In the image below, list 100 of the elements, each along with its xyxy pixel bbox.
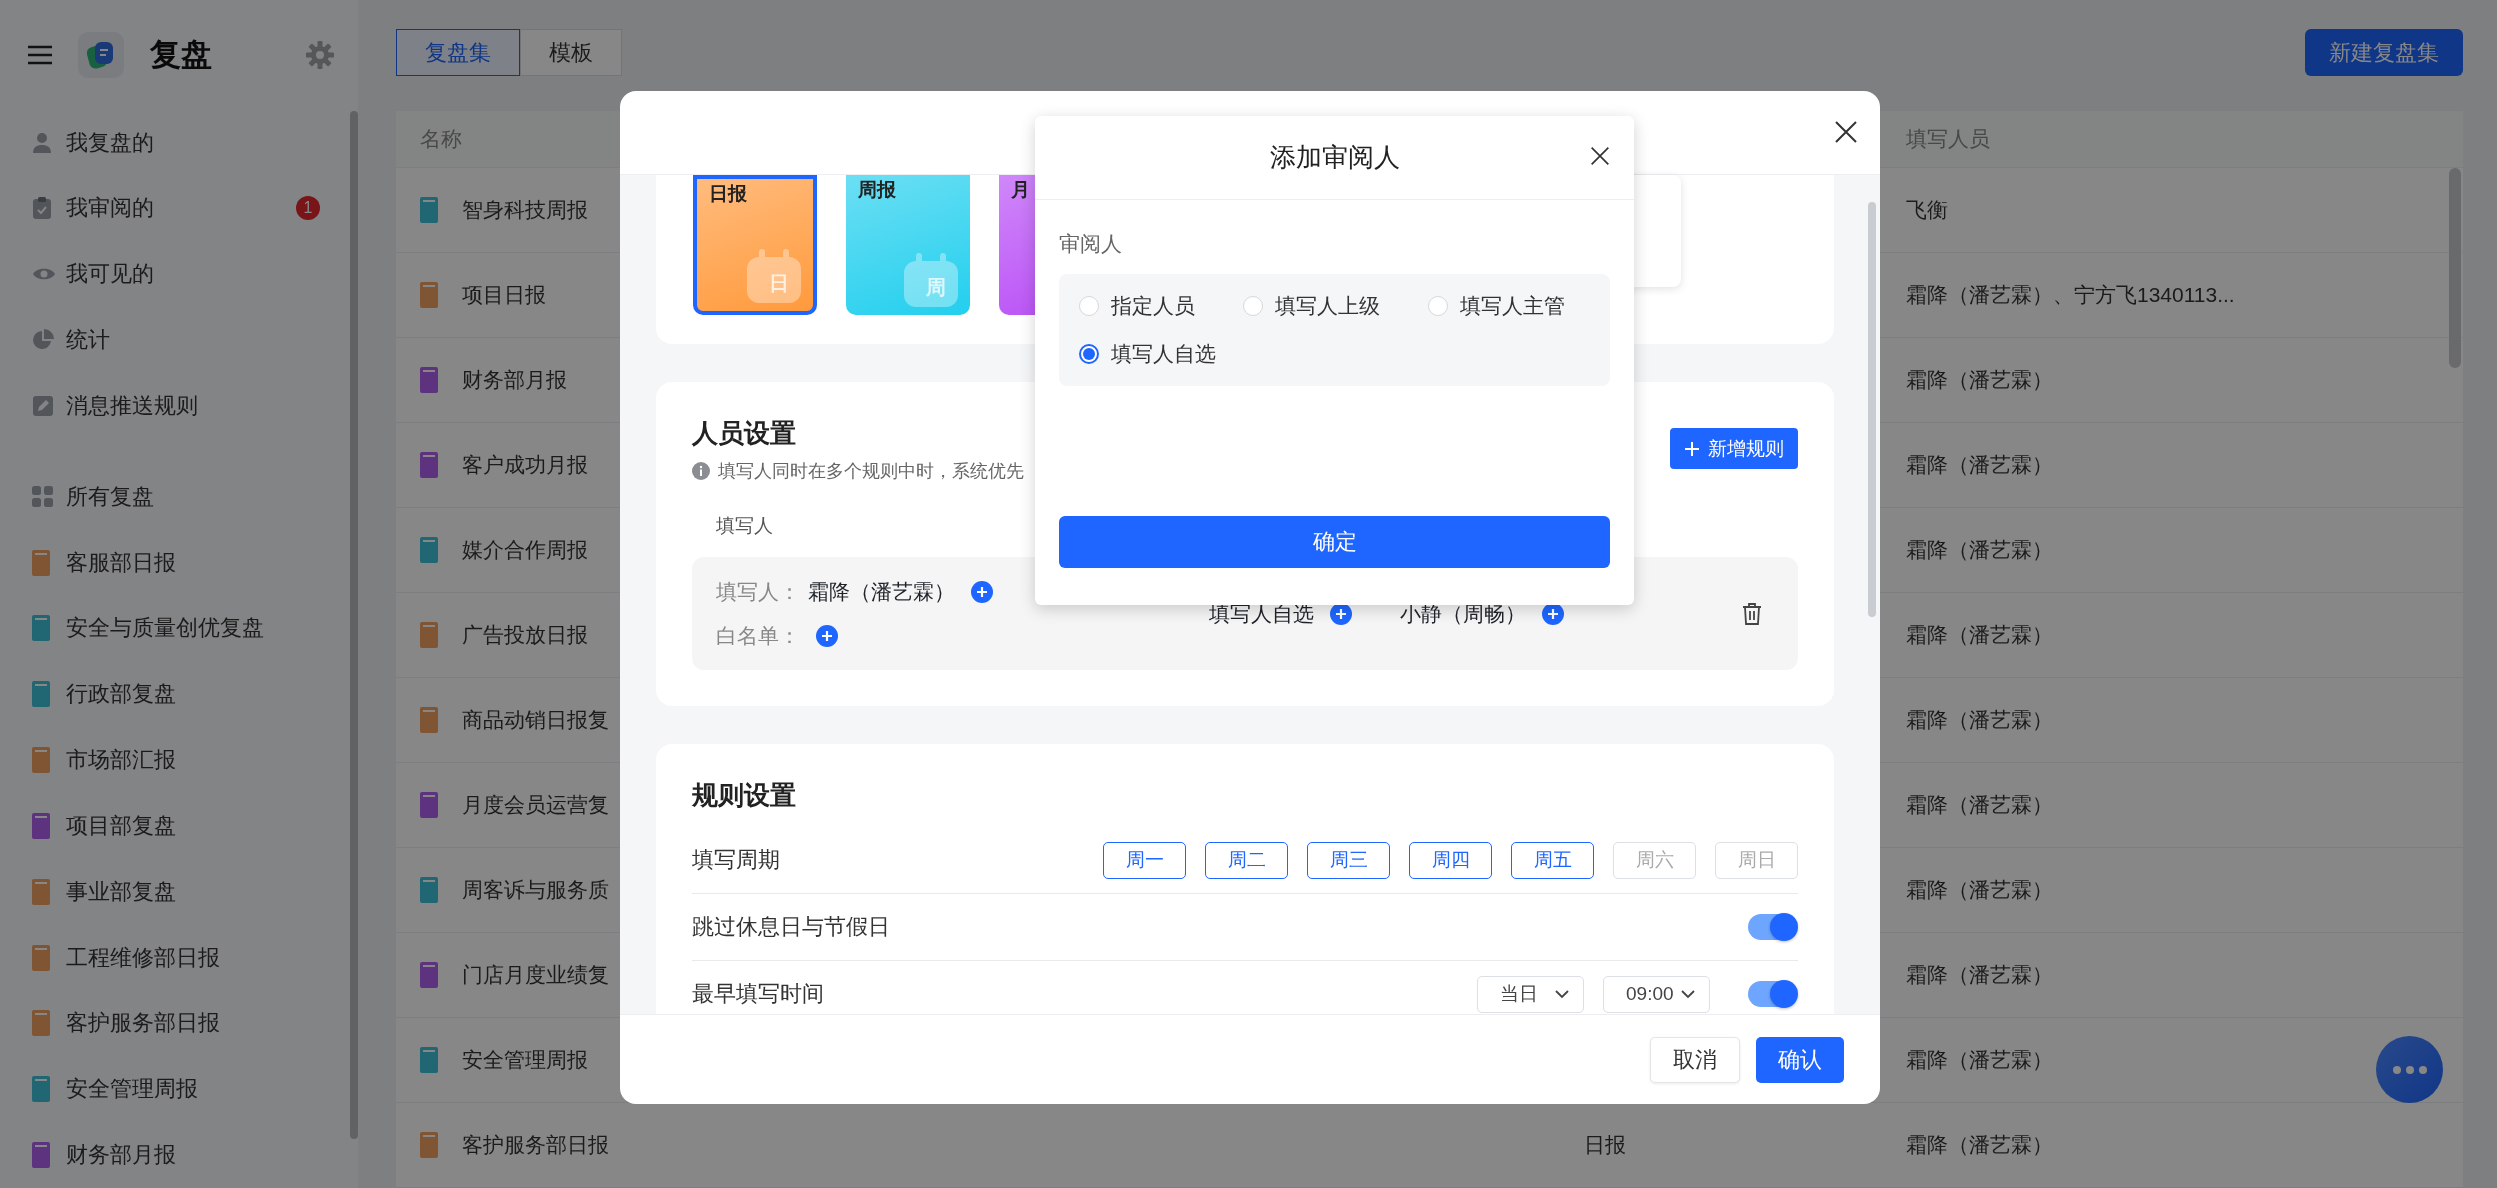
table-cell-text: 霜降（潘艺霖）	[1906, 1047, 2053, 1073]
nav-item[interactable]: 客护服务部日报	[0, 990, 346, 1057]
table-cell-text: 客护服务部日报	[462, 1132, 609, 1158]
table-cell-text: 霜降（潘艺霖）	[1906, 707, 2053, 733]
radio-option[interactable]: 填写人主管	[1428, 292, 1565, 320]
setting-label: 跳过休息日与节假日	[692, 913, 891, 941]
table-cell-text: 周客诉与服务质	[462, 877, 609, 903]
select-dropdown[interactable]: 当日	[1477, 975, 1584, 1013]
template-label: 周报	[858, 178, 896, 202]
radio-option[interactable]: 指定人员	[1079, 292, 1195, 320]
weekday-button[interactable]: 周一	[1103, 841, 1186, 879]
weekday-button[interactable]: 周六	[1613, 841, 1696, 879]
calendar-glyph: 日	[769, 271, 789, 296]
weekday-button[interactable]: 周三	[1307, 841, 1390, 879]
caret-icon	[1555, 989, 1569, 999]
radio-option[interactable]: 填写人上级	[1243, 292, 1380, 320]
table-cell-text: 门店月度业绩复	[462, 962, 609, 988]
confirm-button[interactable]: 确认	[1756, 1036, 1844, 1083]
template-label: 月	[1011, 178, 1030, 202]
radio-button[interactable]	[1079, 344, 1099, 364]
template-card[interactable]: 日报 日	[693, 175, 817, 315]
add-rule-button[interactable]: 新增规则	[1670, 428, 1798, 469]
toggle-switch[interactable]	[1748, 914, 1796, 940]
info-icon	[692, 462, 710, 480]
nav-item[interactable]: 财务部月报	[0, 1122, 346, 1188]
table-cell-text: 商品动销日报复	[462, 707, 609, 733]
close-icon[interactable]	[1590, 146, 1610, 166]
table-cell-text: 霜降（潘艺霖）	[1906, 877, 2053, 903]
trash-icon[interactable]	[1742, 602, 1762, 625]
calendar-icon	[902, 251, 960, 309]
section-title: 规则设置	[692, 779, 797, 812]
reviewer-mode: 填写人自选	[1209, 600, 1314, 627]
nav-item[interactable]: 我可见的	[0, 241, 346, 308]
hint-text: 填写人同时在多个规则中时，系统优先	[718, 460, 1024, 483]
close-icon[interactable]	[1834, 120, 1858, 144]
nav-item[interactable]: 行政部复盘	[0, 661, 346, 728]
table-cell-text: 霜降（潘艺霖）	[1906, 962, 2053, 988]
table-cell-text: 财务部月报	[462, 367, 567, 393]
column-header: 填写人员	[1906, 126, 1990, 152]
edit-icon	[32, 394, 54, 417]
grid-icon	[32, 485, 54, 508]
table-cell-text: 广告投放日报	[462, 622, 588, 648]
table-cell-text: 媒介合作周报	[462, 537, 588, 563]
dialog-title: 添加审阅人	[1269, 141, 1400, 174]
nav-item[interactable]: 工程维修部日报	[0, 924, 346, 991]
add-icon[interactable]	[816, 624, 838, 647]
table-cell-text: 客户成功月报	[462, 452, 588, 478]
field-label: 审阅人	[1059, 231, 1123, 257]
ok-button[interactable]: 确定	[1059, 516, 1610, 568]
radio-option[interactable]: 填写人自选	[1079, 340, 1216, 368]
app-logo	[78, 31, 124, 78]
menu-icon[interactable]	[28, 44, 52, 65]
nav-item[interactable]: 客服部日报	[0, 529, 346, 596]
section-title: 人员设置	[692, 417, 797, 450]
nav-item[interactable]: 我审阅的 1	[0, 175, 346, 242]
table-cell-text: 智身科技周报	[462, 197, 588, 223]
field-label: 白名单：	[716, 622, 800, 649]
weekday-button[interactable]: 周五	[1511, 841, 1594, 879]
calendar-icon	[745, 247, 803, 305]
nav-item[interactable]: 市场部汇报	[0, 727, 346, 793]
column-header: 名称	[419, 126, 462, 152]
table-cell-text: 霜降（潘艺霖）、宁方飞1340113...	[1906, 282, 2235, 308]
clipboard-icon	[32, 196, 52, 221]
scrollbar[interactable]	[350, 111, 358, 1139]
tab[interactable]: 模板	[520, 29, 622, 76]
column-header: 填写人	[716, 515, 773, 536]
table-cell-text: 安全管理周报	[462, 1047, 588, 1073]
calendar-glyph: 周	[926, 275, 946, 300]
nav-item[interactable]: 消息推送规则	[0, 373, 346, 439]
scrollbar[interactable]	[2449, 168, 2461, 368]
cancel-button[interactable]: 取消	[1650, 1036, 1740, 1083]
table-cell-text: 月度会员运营复	[462, 792, 609, 818]
table-cell-text: 霜降（潘艺霖）	[1906, 622, 2053, 648]
table-cell-text: 霜降（潘艺霖）	[1906, 452, 2053, 478]
weekday-button[interactable]: 周日	[1715, 841, 1798, 879]
setting-label: 最早填写时间	[692, 980, 825, 1008]
toggle-switch[interactable]	[1748, 981, 1796, 1007]
new-collection-button[interactable]: 新建复盘集	[2305, 29, 2463, 76]
setting-label: 填写周期	[692, 846, 781, 874]
nav-item[interactable]: 统计	[0, 307, 346, 374]
app-title: 复盘	[150, 35, 213, 74]
tab[interactable]: 复盘集	[396, 29, 520, 76]
table-cell-text: 飞衡	[1906, 197, 1948, 223]
person-name: 小静（周畅）	[1400, 600, 1526, 627]
nav-item[interactable]: 项目部复盘	[0, 792, 346, 859]
more-icon	[2392, 1065, 2427, 1074]
select-dropdown[interactable]: 09:00	[1603, 975, 1710, 1013]
add-icon[interactable]	[971, 580, 993, 603]
nav-item[interactable]: 安全管理周报	[0, 1056, 346, 1123]
nav-item[interactable]: 安全与质量创优复盘	[0, 595, 346, 662]
nav-item[interactable]: 我复盘的	[0, 109, 346, 176]
nav-item[interactable]: 所有复盘	[0, 463, 346, 530]
table-cell-text: 霜降（潘艺霖）	[1906, 792, 2053, 818]
field-label: 填写人：	[716, 578, 800, 605]
weekday-button[interactable]: 周二	[1205, 841, 1288, 879]
weekday-button[interactable]: 周四	[1409, 841, 1492, 879]
template-card[interactable]: 周报 周	[846, 175, 970, 315]
nav-item[interactable]: 事业部复盘	[0, 858, 346, 925]
scrollbar[interactable]	[1868, 202, 1876, 617]
person-icon	[32, 131, 52, 154]
